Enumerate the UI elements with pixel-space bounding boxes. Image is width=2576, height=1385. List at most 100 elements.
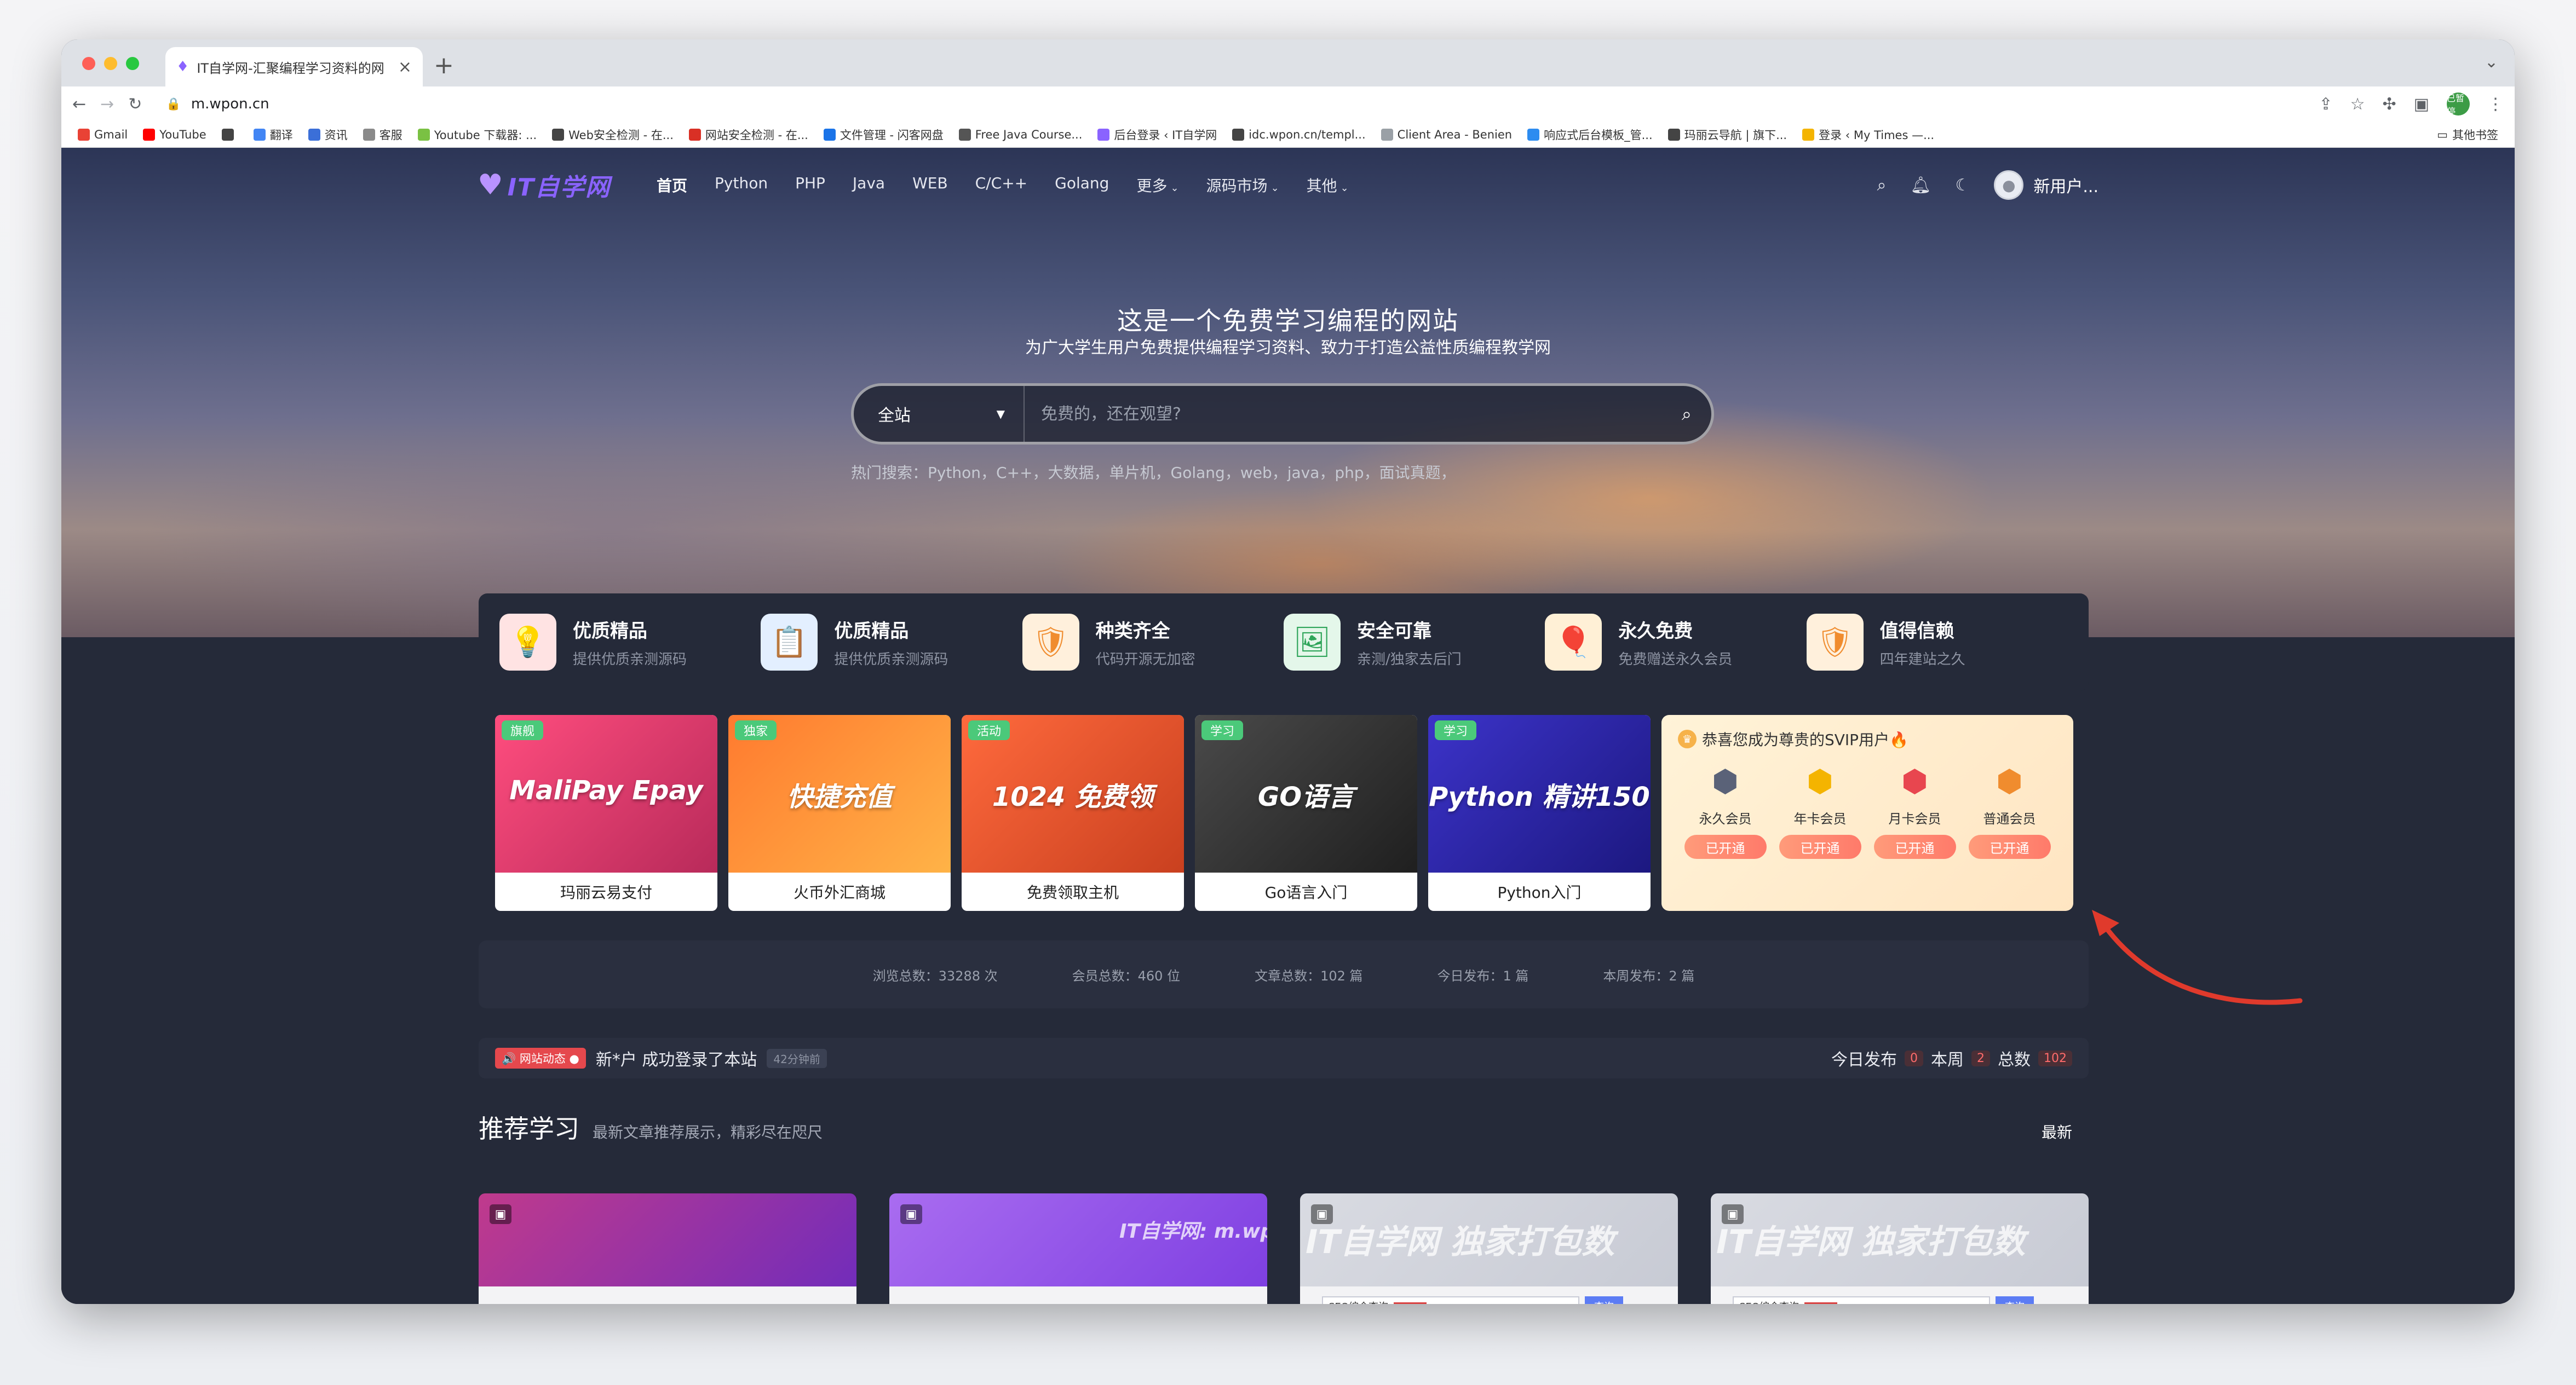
feature-item: 🛡 值得信赖 四年建站之久: [1806, 614, 2068, 671]
hot-search-list[interactable]: 热门搜索：Python，C++，大数据，单片机，Golang，web，java，…: [851, 461, 1456, 483]
close-window-button[interactable]: [82, 57, 95, 70]
reload-icon[interactable]: ↻: [128, 95, 142, 114]
seo-query-label: SEO综合查询: [1329, 1299, 1388, 1304]
promo-card-tag: 活动: [968, 720, 1010, 740]
bookmark-item[interactable]: [221, 128, 238, 141]
user-name[interactable]: 新用户...: [2033, 173, 2098, 197]
nav-item-label: WEB: [912, 174, 948, 192]
minimize-window-button[interactable]: [104, 57, 117, 70]
tab-search-chevron-icon[interactable]: ⌄: [2485, 53, 2498, 72]
nav-item[interactable]: Java: [853, 174, 885, 196]
bookmark-item[interactable]: 文件管理 - 闪客网盘: [823, 126, 944, 143]
bookmark-label: idc.wpon.cn/templ...: [1249, 128, 1366, 141]
bell-icon[interactable]: 🔔︎: [1910, 176, 1931, 195]
article-card[interactable]: ▣IT自学网 独家打包数SEO综合查询查询: [1711, 1193, 2089, 1304]
bookmark-item[interactable]: 资讯: [308, 126, 348, 143]
close-tab-icon[interactable]: ×: [398, 57, 412, 77]
browser-menu-icon[interactable]: ⋮: [2487, 95, 2504, 114]
bookmark-favicon-icon: [823, 128, 836, 141]
bookmark-item[interactable]: YouTube: [143, 128, 206, 141]
promo-card[interactable]: Python 精讲150 学习 Python入门: [1428, 715, 1651, 911]
back-icon[interactable]: ←: [72, 95, 86, 114]
bookmark-item[interactable]: 响应式后台模板_管...: [1527, 126, 1653, 143]
nav-item[interactable]: 其他 ⌄: [1307, 174, 1349, 196]
crown-icon: ♛: [1678, 730, 1697, 748]
bookmark-item[interactable]: 玛丽云导航 | 旗下...: [1668, 126, 1787, 143]
nav-item[interactable]: Golang: [1055, 174, 1109, 196]
nav-item[interactable]: 更多 ⌄: [1136, 174, 1178, 196]
share-icon[interactable]: ⇪: [2319, 95, 2332, 114]
new-tab-button[interactable]: +: [434, 51, 454, 79]
tier-name: 月卡会员: [1888, 811, 1941, 827]
promo-cards: MaliPay Epay 旗舰 玛丽云易支付 快捷充值 独家 火币外汇商城 1024 免费领…: [495, 715, 1651, 911]
bookmark-item[interactable]: Client Area - Benien: [1381, 128, 1512, 141]
promo-card[interactable]: 1024 免费领 活动免费领取主机: [962, 715, 1184, 911]
browser-tab[interactable]: ♦ IT自学网-汇聚编程学习资料的网 ×: [165, 47, 423, 86]
promo-card-label: 免费领取主机: [1026, 884, 1119, 902]
promo-card[interactable]: MaliPay Epay 旗舰 玛丽云易支付: [495, 715, 717, 911]
bookmark-label: 客服: [379, 128, 403, 142]
moon-icon[interactable]: ☾: [1955, 176, 1970, 195]
image-icon: 🖼: [1283, 614, 1341, 671]
tier-activated-button[interactable]: 已开通: [1779, 835, 1861, 859]
nav-item-label: PHP: [795, 174, 825, 192]
article-card[interactable]: ▣IT自学网 独家打包数SEO综合查询查询: [1300, 1193, 1678, 1304]
feature-desc: 代码开源无加密: [1095, 651, 1195, 668]
maximize-window-button[interactable]: [126, 57, 139, 70]
nav-item[interactable]: Python: [715, 174, 768, 196]
bookmark-item[interactable]: 登录 ‹ My Times —...: [1802, 126, 1934, 143]
tier-activated-button[interactable]: 已开通: [1968, 835, 2051, 859]
nav-item[interactable]: PHP: [795, 174, 825, 196]
feature-desc: 四年建站之久: [1879, 651, 1965, 668]
latest-tab[interactable]: 最新: [2042, 1121, 2072, 1142]
feature-item: 💡 优质精品 提供优质亲测源码: [499, 614, 761, 671]
browser-toolbar: ← → ↻ 🔒 m.wpon.cn ⇪ ☆ ✣ ▣ 已暂停 ⋮: [61, 86, 2515, 122]
bookmark-favicon-icon: [552, 128, 565, 141]
sidebar-icon[interactable]: ▣: [2414, 95, 2429, 114]
bookmark-item[interactable]: Web安全检测 - 在...: [552, 126, 674, 143]
browser-window: ♦ IT自学网-汇聚编程学习资料的网 × + ⌄ ← → ↻ 🔒 m.wpon.…: [61, 39, 2515, 1304]
article-card[interactable]: ▣: [479, 1193, 856, 1304]
profile-avatar[interactable]: 已暂停: [2447, 93, 2470, 117]
bookmark-label: 网站安全检测 - 在...: [705, 128, 808, 142]
tier-activated-button[interactable]: 已开通: [1684, 835, 1767, 859]
extensions-icon[interactable]: ✣: [2383, 95, 2396, 114]
nav-item[interactable]: C/C++: [975, 174, 1027, 196]
bookmark-item[interactable]: 网站安全检测 - 在...: [688, 126, 808, 143]
bookmark-favicon-icon: [1668, 128, 1680, 141]
bookmark-item[interactable]: Youtube 下载器: ...: [417, 126, 537, 143]
nav-item[interactable]: WEB: [912, 174, 948, 196]
promo-card[interactable]: 快捷充值 独家 火币外汇商城: [728, 715, 951, 911]
search-scope-select[interactable]: 全站 ▼: [854, 386, 1025, 442]
bookmark-item[interactable]: Gmail: [78, 128, 128, 141]
bookmark-item[interactable]: Free Java Course...: [958, 128, 1082, 141]
site-logo[interactable]: ♥ IT自学网: [478, 168, 611, 203]
nav-item[interactable]: 首页: [657, 174, 687, 196]
address-bar[interactable]: 🔒 m.wpon.cn: [156, 91, 2304, 117]
promo-card[interactable]: GO语言 学习 Go语言入门: [1195, 715, 1417, 911]
nav-menu: 首页 Python PHP Java WEB C/C++ Golang 更多 ⌄ 源码市场 ⌄ 其他 ⌄: [657, 174, 1349, 196]
caret-down-icon: ▼: [996, 407, 1005, 420]
tier-activated-button[interactable]: 已开通: [1873, 835, 1956, 859]
search-input[interactable]: [1025, 386, 1662, 442]
nav-item-label: 首页: [657, 177, 688, 195]
nav-item[interactable]: 源码市场 ⌄: [1206, 174, 1279, 196]
search-submit-icon[interactable]: ⌕: [1662, 403, 1711, 425]
promo-card-image-text: 1024 免费领: [992, 782, 1154, 812]
bookmark-item[interactable]: 后台登录 ‹ IT自学网: [1097, 126, 1217, 143]
membership-tier: ⬢ 月卡会员已开通: [1871, 762, 1959, 859]
article-card[interactable]: ▣IT自学网: m.wpon.cn: [889, 1193, 1267, 1304]
nav-item-label: C/C++: [975, 174, 1028, 192]
bookmark-item[interactable]: idc.wpon.cn/templ...: [1232, 128, 1366, 141]
bookmark-item[interactable]: 翻译: [253, 126, 293, 143]
tier-badge-icon: ⬢: [1901, 763, 1928, 799]
feature-title: 永久免费: [1618, 620, 1693, 642]
bookmark-label: Client Area - Benien: [1397, 128, 1513, 141]
other-bookmarks[interactable]: ▭ 其他书签: [2437, 126, 2498, 143]
promo-card-tag: 学习: [1435, 720, 1477, 740]
bookmark-item[interactable]: 客服: [363, 126, 403, 143]
bookmark-star-icon[interactable]: ☆: [2350, 95, 2365, 114]
forward-icon[interactable]: →: [100, 95, 114, 114]
search-icon[interactable]: ⌕: [1877, 176, 1887, 195]
user-avatar[interactable]: ●: [1994, 170, 2024, 200]
